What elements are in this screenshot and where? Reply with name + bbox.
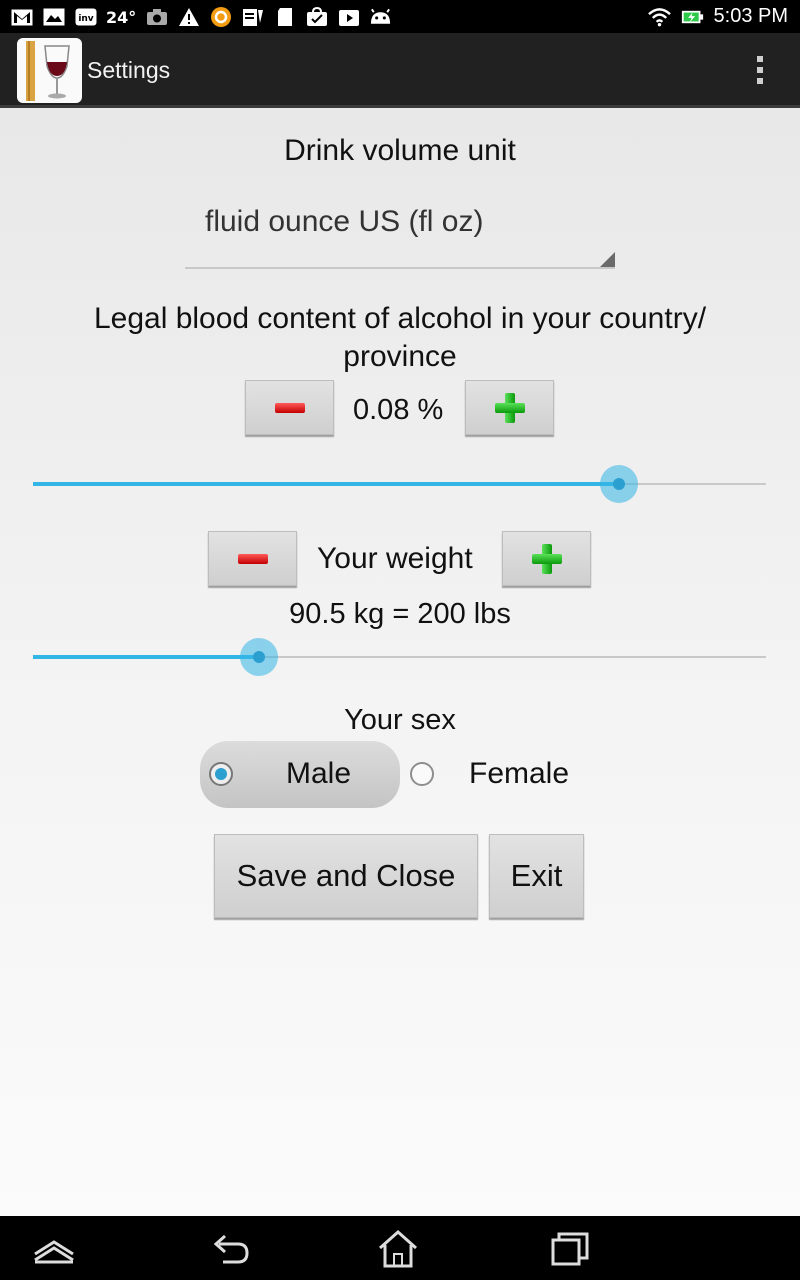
spinner-arrow-icon xyxy=(600,252,615,267)
radio-checked-icon xyxy=(209,762,233,786)
play-store-icon xyxy=(337,7,360,27)
volume-unit-value: fluid ounce US (fl oz) xyxy=(205,205,484,238)
system-indicators: 5:03 PM xyxy=(647,4,788,29)
menu-chevron-icon[interactable] xyxy=(29,1226,79,1270)
settings-content: Drink volume unit fluid ounce US (fl oz)… xyxy=(0,108,800,1216)
notification-icons: inv 24° xyxy=(10,5,392,29)
radio-unchecked-icon xyxy=(410,762,434,786)
bac-slider-thumb[interactable] xyxy=(600,465,639,503)
sex-option-female-label: Female xyxy=(469,757,570,790)
weight-slider-thumb[interactable] xyxy=(240,638,279,676)
sex-radio-group: Male Female xyxy=(200,741,600,808)
bac-decrease-button[interactable] xyxy=(245,380,334,435)
minus-icon xyxy=(274,402,305,413)
sync-app-icon xyxy=(209,7,232,27)
bac-slider[interactable] xyxy=(33,465,766,505)
shopping-bag-icon xyxy=(305,7,328,27)
sex-label: Your sex xyxy=(344,704,456,736)
weight-value: 90.5 kg = 200 lbs xyxy=(289,598,511,630)
exit-button[interactable]: Exit xyxy=(489,834,584,918)
volume-unit-spinner[interactable]: fluid ounce US (fl oz) xyxy=(185,193,615,269)
photo-notification-icon xyxy=(42,7,65,27)
save-and-close-button[interactable]: Save and Close xyxy=(214,834,478,918)
weight-decrease-button[interactable] xyxy=(208,531,297,586)
recent-apps-icon[interactable] xyxy=(545,1226,595,1270)
home-icon[interactable] xyxy=(373,1226,423,1270)
plus-icon xyxy=(494,392,525,423)
warning-icon xyxy=(177,7,200,27)
bac-value: 0.08 % xyxy=(353,394,444,426)
battery-charging-icon xyxy=(681,7,704,27)
android-icon xyxy=(369,7,392,27)
status-bar: inv 24° 5:03 PM xyxy=(0,0,800,33)
weight-increase-button[interactable] xyxy=(502,531,591,586)
sd-card-icon xyxy=(273,7,296,27)
plus-icon xyxy=(531,543,562,574)
inv-app-icon: inv xyxy=(74,7,97,27)
volume-unit-label: Drink volume unit xyxy=(284,134,516,167)
bac-increase-button[interactable] xyxy=(465,380,554,435)
sex-option-female[interactable]: Female xyxy=(405,741,600,808)
svg-text:inv: inv xyxy=(78,14,93,24)
app-logo-wine-glass-icon[interactable] xyxy=(17,38,82,103)
navigation-bar xyxy=(0,1216,800,1280)
temperature-text: 24° xyxy=(106,7,137,27)
sex-option-male-label: Male xyxy=(286,757,352,790)
weight-slider[interactable] xyxy=(33,638,766,678)
weight-label: Your weight xyxy=(317,542,473,575)
wifi-icon xyxy=(647,7,671,27)
notes-icon xyxy=(241,7,264,27)
camera-icon xyxy=(145,7,168,27)
overflow-menu-icon[interactable] xyxy=(748,53,772,87)
legal-bac-label: Legal blood content of alcohol in your c… xyxy=(93,302,707,373)
sex-option-male[interactable]: Male xyxy=(200,741,400,808)
back-icon[interactable] xyxy=(205,1226,255,1270)
gmail-icon xyxy=(10,7,33,27)
action-bar: Settings xyxy=(0,33,800,108)
clock-text: 5:03 PM xyxy=(713,5,788,27)
page-title: Settings xyxy=(87,57,171,83)
minus-icon xyxy=(237,553,268,564)
